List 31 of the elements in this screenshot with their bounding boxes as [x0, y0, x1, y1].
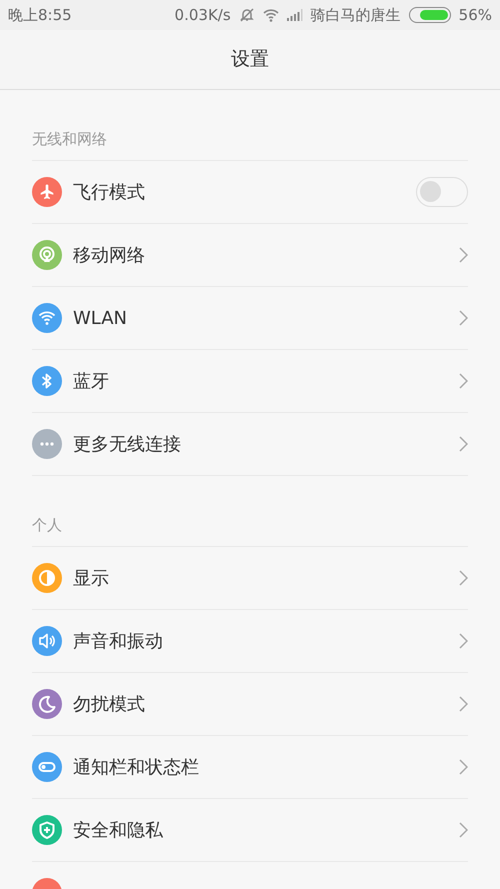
time-text: 晚上8:55 — [8, 4, 72, 26]
chevron-right-icon[interactable] — [459, 759, 468, 775]
signal-icon — [286, 9, 303, 21]
chevron-right-icon[interactable] — [459, 696, 468, 712]
wifi-icon — [262, 8, 279, 22]
chevron-right-icon[interactable] — [459, 570, 468, 586]
setting-label: 显示 — [73, 566, 109, 590]
setting-label: 更多无线连接 — [73, 432, 181, 456]
setting-label: 勿扰模式 — [73, 692, 145, 716]
setting-label: 移动网络 — [73, 244, 145, 268]
carrier-name: 骑白马的唐生 — [310, 4, 401, 26]
battery-icon — [408, 7, 451, 23]
chevron-right-icon[interactable] — [459, 373, 468, 389]
setting-label: 通知栏和状态栏 — [73, 756, 199, 780]
setting-label: 蓝牙 — [73, 370, 109, 394]
airplane-mode-switch[interactable] — [416, 177, 468, 207]
chevron-right-icon[interactable] — [459, 247, 468, 263]
section-header: 个人 — [32, 516, 62, 534]
battery-percent: 56% — [458, 4, 492, 26]
mute-bell-icon — [238, 7, 255, 23]
chevron-right-icon[interactable] — [459, 633, 468, 649]
section-header: 无线和网络 — [32, 130, 107, 148]
setting-label: WLAN — [73, 306, 128, 330]
chevron-right-icon[interactable] — [459, 310, 468, 326]
chevron-right-icon[interactable] — [459, 822, 468, 838]
chevron-right-icon[interactable] — [459, 436, 468, 452]
page-title: 设置 — [231, 47, 269, 72]
setting-label: 飞行模式 — [73, 180, 145, 204]
network-speed: 0.03K/s — [174, 4, 231, 26]
setting-label: 声音和振动 — [73, 630, 163, 654]
setting-label: 安全和隐私 — [73, 818, 163, 842]
